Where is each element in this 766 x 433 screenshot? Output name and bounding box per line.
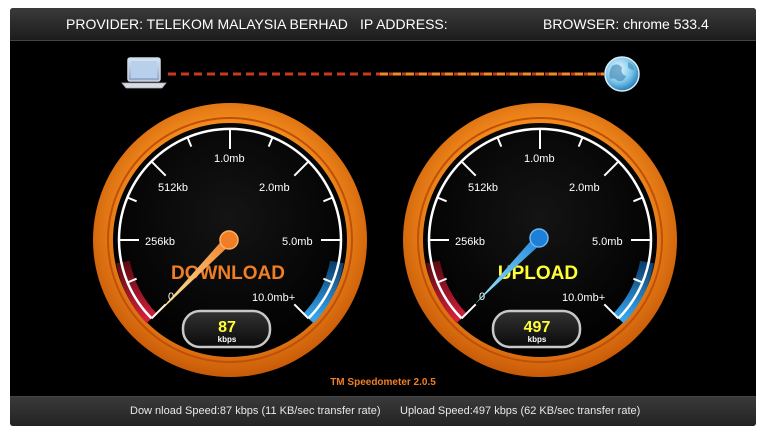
download-label-1mb: 1.0mb	[214, 153, 245, 165]
upload-label-5mb: 5.0mb	[592, 236, 623, 248]
upload-readout: 497 kbps	[491, 309, 582, 349]
download-gauge: 1.0mb 512kb 2.0mb 256kb 5.0mb 10.0mb+ 0 …	[93, 103, 367, 377]
download-label-256kb: 256kb	[145, 236, 175, 248]
upload-label-2mb: 2.0mb	[569, 182, 600, 194]
upload-gauge: 1.0mb 512kb 2.0mb 256kb 5.0mb 10.0mb+ 0 …	[403, 103, 677, 377]
download-needle-hub	[219, 230, 239, 250]
upload-unit: kbps	[528, 335, 547, 344]
upload-label-1mb: 1.0mb	[524, 153, 555, 165]
upload-label-10mb: 10.0mb+	[562, 292, 605, 304]
download-label-512kb: 512kb	[158, 182, 188, 194]
version-label: TM Speedometer 2.0.5	[330, 377, 436, 388]
laptop-icon	[121, 57, 167, 89]
download-unit: kbps	[218, 335, 237, 344]
upload-needle-hub	[529, 228, 549, 248]
download-label-2mb: 2.0mb	[259, 182, 290, 194]
upload-label-512kb: 512kb	[468, 182, 498, 194]
upload-label-256kb: 256kb	[455, 236, 485, 248]
globe-icon	[604, 56, 640, 92]
upload-value: 497	[524, 319, 551, 336]
download-label-5mb: 5.0mb	[282, 236, 313, 248]
download-value: 87	[218, 319, 236, 336]
download-readout: 87 kbps	[181, 309, 272, 349]
download-label-10mb: 10.0mb+	[252, 292, 295, 304]
